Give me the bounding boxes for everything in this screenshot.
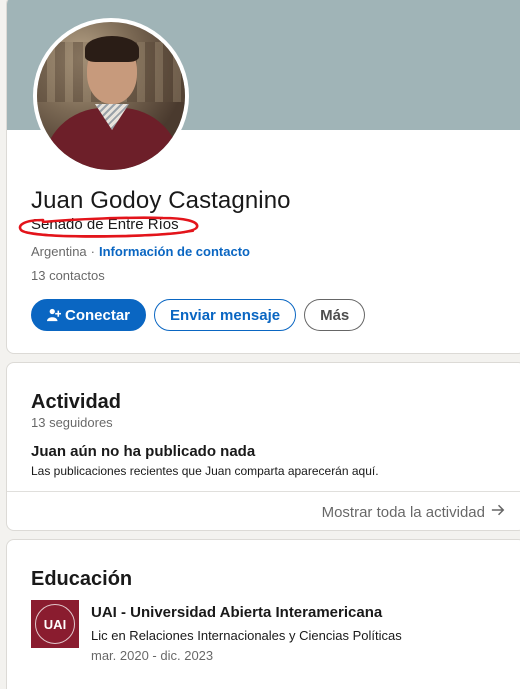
activity-card: Actividad 13 seguidores Juan aún no ha p… bbox=[6, 362, 520, 531]
followers-count: 13 seguidores bbox=[31, 415, 113, 430]
activity-empty-title: Juan aún no ha publicado nada bbox=[31, 443, 256, 460]
activity-title: Actividad bbox=[31, 391, 122, 413]
school-logo[interactable]: UAI bbox=[31, 600, 79, 648]
add-person-icon bbox=[47, 308, 61, 322]
connections-count[interactable]: 13 contactos bbox=[31, 268, 105, 283]
avatar-image bbox=[37, 22, 185, 170]
location-separator: · bbox=[90, 244, 95, 259]
more-button[interactable]: Más bbox=[304, 299, 366, 331]
arrow-right-icon bbox=[491, 503, 505, 521]
profile-photo[interactable] bbox=[33, 18, 189, 174]
profile-headline: Senado de Entre Ríos bbox=[31, 216, 179, 233]
education-dates: mar. 2020 - dic. 2023 bbox=[91, 648, 214, 663]
send-message-button[interactable]: Enviar mensaje bbox=[154, 299, 297, 331]
activity-empty-description: Las publicaciones recientes que Juan com… bbox=[31, 464, 379, 478]
show-all-activity-label: Mostrar toda la actividad bbox=[321, 503, 485, 521]
profile-actions: Conectar Enviar mensaje Más bbox=[31, 299, 366, 331]
location-text: Argentina bbox=[31, 244, 87, 259]
school-logo-emblem: UAI bbox=[35, 604, 75, 644]
location-row: Argentina · Información de contacto bbox=[31, 244, 250, 259]
connect-button-label: Conectar bbox=[65, 306, 131, 324]
photo-hair bbox=[85, 36, 139, 62]
education-title: Educación bbox=[31, 568, 133, 590]
profile-card: Juan Godoy Castagnino Senado de Entre Rí… bbox=[6, 0, 520, 354]
profile-name: Juan Godoy Castagnino bbox=[31, 187, 291, 214]
school-name[interactable]: UAI - Universidad Abierta Interamericana bbox=[91, 604, 382, 621]
connect-button[interactable]: Conectar bbox=[31, 299, 147, 331]
activity-divider bbox=[7, 491, 520, 492]
show-all-activity-link[interactable]: Mostrar toda la actividad bbox=[322, 503, 505, 521]
education-card: Educación UAI UAI - Universidad Abierta … bbox=[6, 539, 520, 689]
contact-info-link[interactable]: Información de contacto bbox=[99, 244, 250, 259]
degree-name: Lic en Relaciones Internacionales y Cien… bbox=[91, 628, 402, 643]
